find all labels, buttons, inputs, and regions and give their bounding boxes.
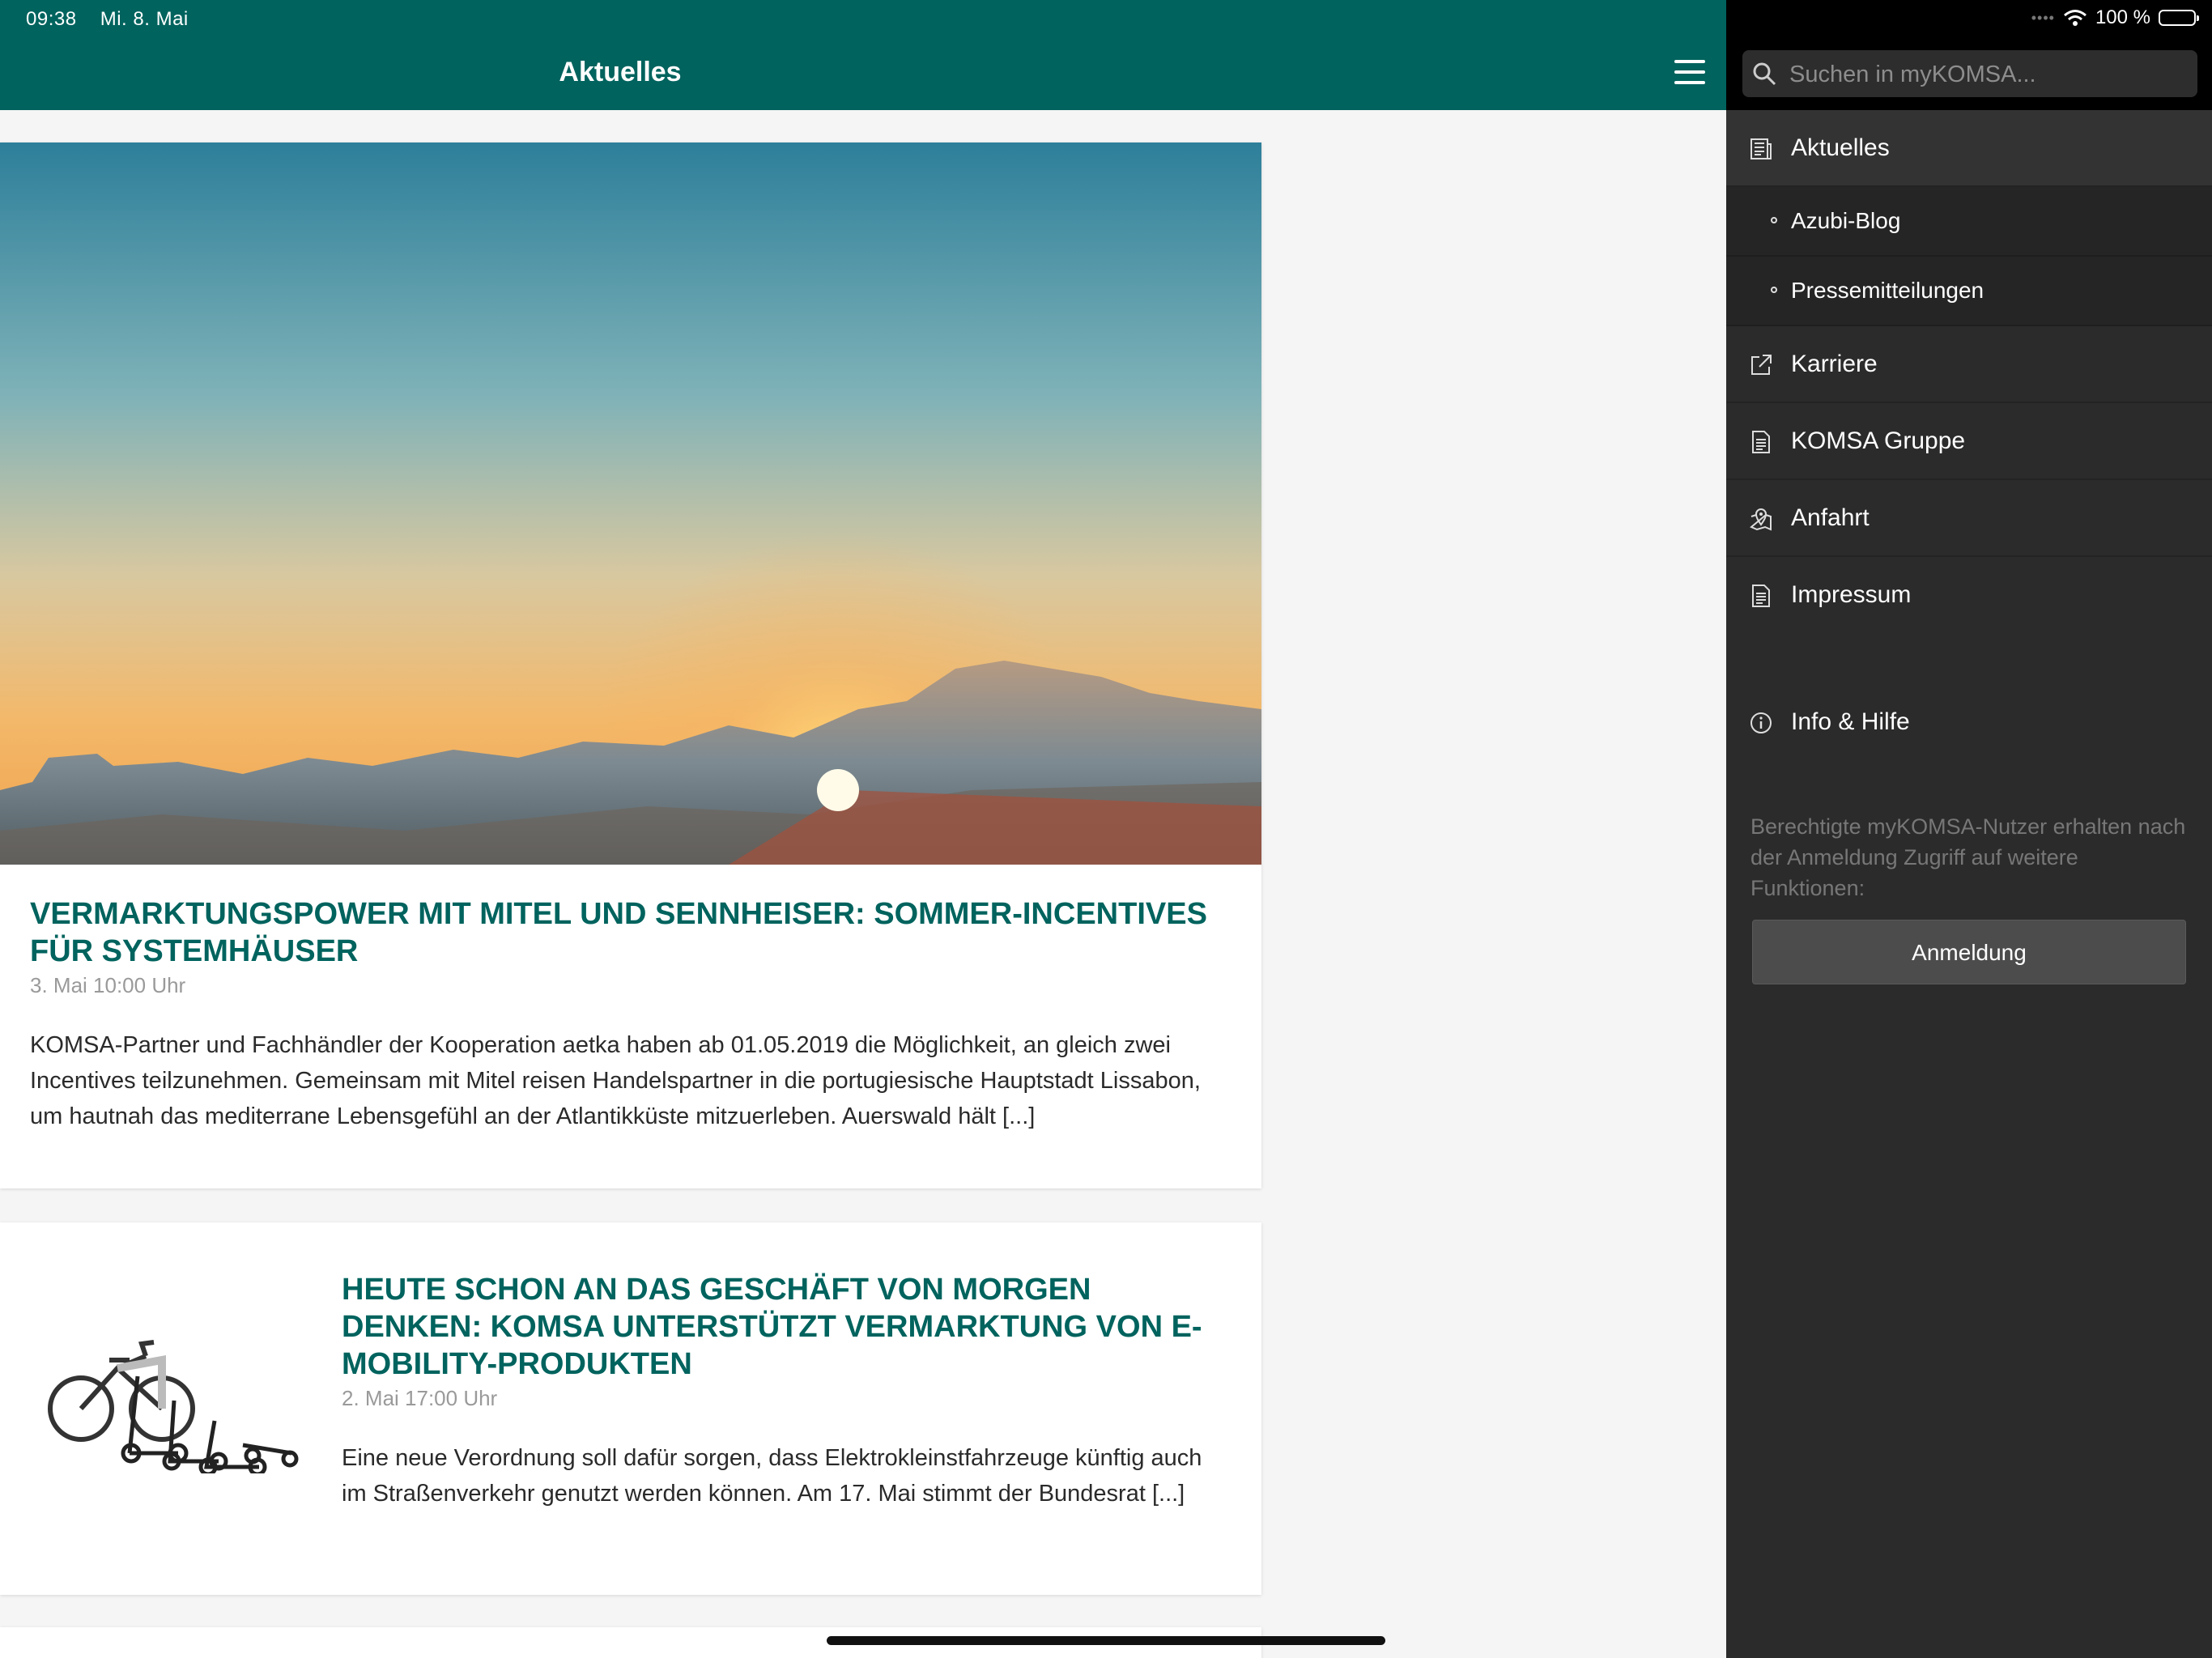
sidebar-item-aktuelles[interactable]: Aktuelles (1726, 110, 2212, 187)
sidebar-subitem-azubi-blog[interactable]: Azubi-Blog (1726, 187, 2212, 257)
status-bar-left: 09:38 Mi. 8. Mai (26, 8, 206, 31)
sidebar-item-komsa-gruppe[interactable]: KOMSA Gruppe (1726, 403, 2212, 480)
info-icon (1750, 712, 1772, 733)
article-body: Heute schon an das Geschäft von morgen d… (342, 1271, 1232, 1511)
signal-dots-icon: •••• (2031, 9, 2055, 26)
sidebar-item-anfahrt[interactable]: Anfahrt (1726, 480, 2212, 557)
bullet-icon (1771, 287, 1777, 293)
article-excerpt: Eine neue Verordnung soll dafür sorgen, … (342, 1445, 1202, 1507)
article-excerpt: KOMSA-Partner und Fachhändler der Kooper… (30, 1032, 1201, 1129)
hamburger-menu-icon[interactable] (1674, 60, 1705, 84)
status-date: Mi. 8. Mai (100, 8, 189, 30)
article-thumbnail-image (40, 1279, 300, 1477)
sidebar-subitem-pressemitteilungen[interactable]: Pressemitteilungen (1726, 257, 2212, 326)
article-date: 2. Mai 17:00 Uhr (342, 1386, 498, 1410)
wifi-icon (2063, 10, 2087, 26)
sidebar-search (1742, 50, 2197, 99)
document-icon (1752, 431, 1770, 453)
battery-percentage: 100 % (2095, 6, 2150, 28)
sidebar-item-label: Info & Hilfe (1791, 708, 1910, 735)
battery-icon (2159, 10, 2199, 26)
sidebar-item-label: Karriere (1791, 351, 1878, 377)
page-title: Aktuelles (559, 57, 682, 87)
article-title[interactable]: Heute schon an das Geschäft von morgen d… (342, 1271, 1232, 1383)
sidebar-item-label: Impressum (1791, 581, 1912, 608)
app-header: 09:38 Mi. 8. Mai Aktuelles (0, 0, 1726, 110)
search-icon (1753, 62, 1776, 86)
home-indicator[interactable] (827, 1636, 1385, 1645)
sidebar-item-label: Azubi-Blog (1791, 208, 1901, 233)
sidebar-item-impressum[interactable]: Impressum (1726, 557, 2212, 634)
sidebar-menu: •••• 100 % Aktuelles Azubi-Blog (1726, 0, 2212, 1658)
document-icon (1752, 585, 1770, 607)
external-link-icon (1751, 355, 1772, 375)
sidebar-item-karriere[interactable]: Karriere (1726, 326, 2212, 403)
sidebar-item-label: Pressemitteilungen (1791, 278, 1984, 303)
login-button[interactable]: Anmeldung (1752, 920, 2186, 984)
article-card[interactable]: Vermarktungspower mit Mitel und Sennheis… (0, 142, 1261, 1188)
sidebar-item-label: Anfahrt (1791, 504, 1870, 531)
article-title[interactable]: Vermarktungspower mit Mitel und Sennheis… (30, 895, 1220, 970)
status-time: 09:38 (26, 8, 77, 30)
sidebar-item-label: KOMSA Gruppe (1791, 427, 1966, 454)
article-hero-image (0, 142, 1261, 865)
article-body: Vermarktungspower mit Mitel und Sennheis… (30, 895, 1220, 1134)
search-input[interactable] (1788, 50, 2188, 99)
sidebar-item-info-hilfe[interactable]: Info & Hilfe (1726, 684, 2212, 761)
login-info-text: Berechtigte myKOMSA-Nutzer erhalten nach… (1750, 814, 2186, 900)
article-card[interactable]: Heute schon an das Geschäft von morgen d… (0, 1222, 1261, 1595)
bullet-icon (1771, 217, 1777, 223)
sidebar-header: •••• 100 % (1726, 0, 2212, 110)
map-pin-icon (1750, 508, 1772, 531)
status-bar-right: •••• 100 % (2031, 6, 2199, 29)
main-content: 09:38 Mi. 8. Mai Aktuelles VERMARKTUNGSP… (0, 0, 1726, 1658)
sidebar-item-label: Aktuelles (1791, 134, 1890, 161)
news-icon (1750, 138, 1772, 159)
article-date: 3. Mai 10:00 Uhr (30, 973, 186, 997)
